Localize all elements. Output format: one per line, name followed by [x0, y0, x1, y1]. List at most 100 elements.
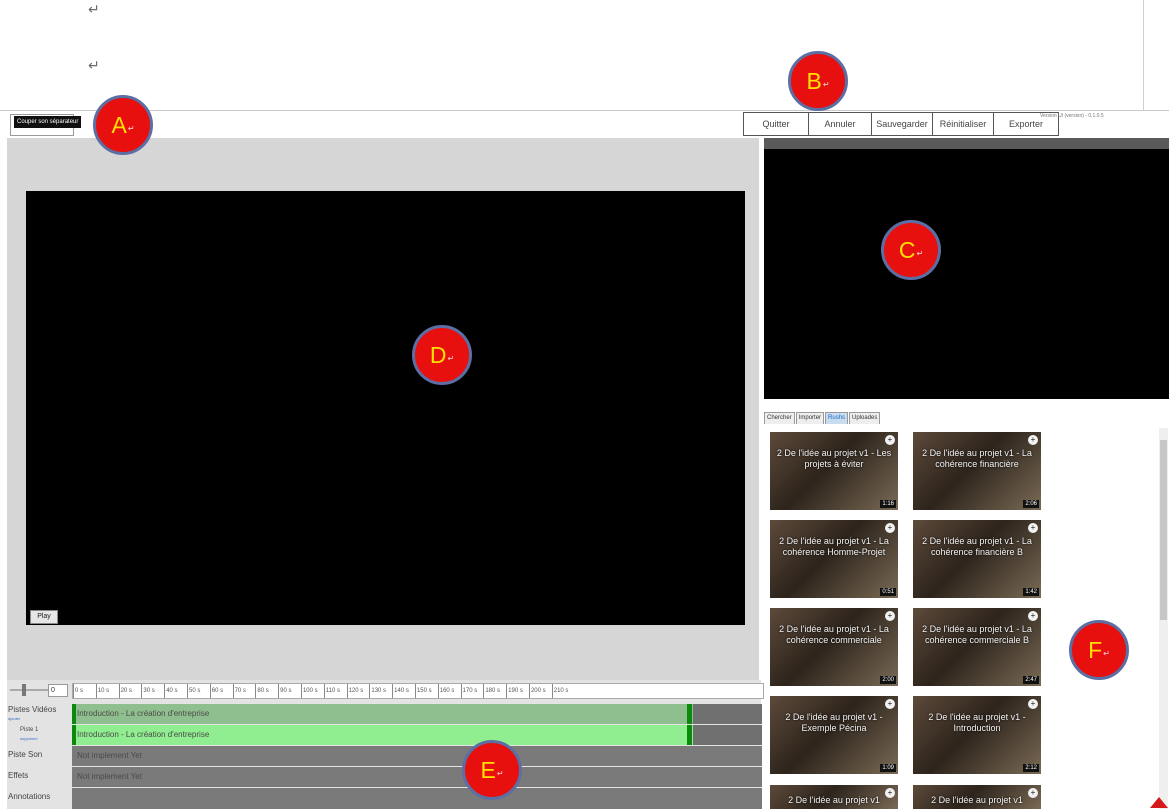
save-button[interactable]: Sauvegarder [872, 112, 933, 136]
effects-track-row[interactable]: Not implement Yet [72, 767, 762, 787]
media-scrollbar-thumb[interactable] [1160, 440, 1167, 620]
marker-letter: C [898, 236, 916, 263]
track-label-piste1: Piste 1 [20, 727, 39, 733]
ruler-tick: 160 s [437, 684, 461, 698]
app-top-border [0, 110, 1169, 111]
add-icon[interactable]: + [885, 523, 895, 533]
marker-letter: B [806, 67, 822, 94]
ruler-tick: 170 s [460, 684, 484, 698]
paragraph-mark: ↵ [88, 58, 100, 74]
media-thumbnail[interactable]: 2 De l'idée au projet v1 + [770, 785, 898, 809]
ruler-tick: 80 s [255, 684, 278, 698]
ruler-tick: 130 s [369, 684, 392, 698]
clip-handle-right[interactable] [687, 725, 692, 745]
add-icon[interactable]: + [885, 435, 895, 445]
split-tooltip: Couper son séparateur [14, 116, 82, 128]
marker-return-mark: ↵ [496, 768, 504, 778]
zoom-slider-track[interactable] [10, 689, 48, 691]
track-placeholder: Not implement Yet [77, 772, 142, 781]
reset-button[interactable]: Réinitialiser [933, 112, 994, 136]
marker-return-mark: ↵ [1103, 648, 1110, 658]
version-label: Version UI (version) - 0.1.0.5 [1040, 113, 1104, 119]
media-thumbnail[interactable]: 2 De l'idée au projet v1 - Introduction … [913, 696, 1041, 774]
clip-handle-left[interactable] [72, 704, 76, 724]
thumbnail-duration: 1:09 [880, 764, 896, 772]
marker-c: C ↵ [881, 220, 941, 280]
marker-d: D ↵ [412, 325, 472, 385]
media-thumbnail[interactable]: 2 De l'idée au projet v1 - Les projets à… [770, 432, 898, 510]
media-thumbnail[interactable]: 2 De l'idée au projet v1 - La cohérence … [913, 608, 1041, 686]
marker-return-mark: ↵ [822, 79, 830, 89]
arrow-icon [1150, 797, 1168, 808]
marker-return-mark: ↵ [127, 123, 135, 133]
delete-track-link[interactable]: supprimer [20, 736, 38, 741]
ruler-tick: 60 s [209, 684, 233, 698]
ruler-tick: 40 s [164, 684, 187, 698]
main-video-player[interactable] [26, 191, 745, 625]
thumbnail-title: 2 De l'idée au projet v1 - La cohérence … [779, 624, 889, 645]
media-thumbnail[interactable]: 2 De l'idée au projet v1 - La cohérence … [913, 520, 1041, 598]
ruler-tick: 200 s [528, 684, 552, 698]
add-icon[interactable]: + [885, 611, 895, 621]
marker-e: E ↵ [462, 740, 522, 800]
ruler-tick: 20 s [118, 684, 142, 698]
annotations-track-row[interactable] [72, 788, 762, 809]
thumbnail-duration: 0:51 [880, 588, 896, 596]
thumbnail-title: 2 De l'idée au projet v1 - Exemple Pécin… [785, 712, 883, 733]
track-label-effects: Effets [8, 771, 29, 780]
thumbnail-duration: 2:00 [880, 676, 896, 684]
ruler-tick: 110 s [323, 684, 347, 698]
ruler-tick: 30 s [141, 684, 164, 698]
track-label-sound: Piste Son [8, 750, 43, 759]
timeline-clip[interactable]: Introduction - La création d'entreprise [72, 725, 693, 745]
media-thumbnail[interactable]: 2 De l'idée au projet v1 - La cohérence … [913, 432, 1041, 510]
add-icon[interactable]: + [885, 788, 895, 798]
ruler-tick: 120 s [346, 684, 370, 698]
add-icon[interactable]: + [1028, 435, 1038, 445]
track-placeholder: Not implement Yet [77, 751, 142, 760]
add-icon[interactable]: + [885, 699, 895, 709]
main-toolbar: Quitter Annuler Sauvegarder Réinitialise… [743, 112, 1059, 136]
marker-letter: D [429, 341, 447, 368]
ruler-tick: 190 s [506, 684, 529, 698]
ruler-tick: 100 s [300, 684, 324, 698]
clip-handle-right[interactable] [687, 704, 692, 724]
media-thumbnail[interactable]: 2 De l'idée au projet v1 - La cohérence … [770, 520, 898, 598]
media-thumbnail[interactable]: 2 De l'idée au projet v1 + [913, 785, 1041, 809]
ruler-tick: 180 s [483, 684, 506, 698]
thumbnail-title: 2 De l'idée au projet v1 [788, 795, 880, 805]
zoom-input[interactable]: 0 [48, 684, 68, 697]
thumbnail-duration: 2:12 [1023, 764, 1039, 772]
media-thumbnail[interactable]: 2 De l'idée au projet v1 - La cohérence … [770, 608, 898, 686]
add-track-link[interactable]: ajouter [8, 716, 20, 721]
ruler-tick: 50 s [186, 684, 210, 698]
clip-label: Introduction - La création d'entreprise [77, 709, 210, 718]
media-tabs: Chercher Importer Rushs Uploades [764, 412, 881, 425]
media-thumbnail[interactable]: 2 De l'idée au projet v1 - Exemple Pécin… [770, 696, 898, 774]
track-label-annotations: Annotations [8, 792, 51, 801]
clip-handle-left[interactable] [72, 725, 76, 745]
add-icon[interactable]: + [1028, 788, 1038, 798]
marker-letter: A [111, 111, 127, 138]
thumbnail-title: 2 De l'idée au projet v1 - Les projets à… [776, 448, 892, 469]
thumbnail-title: 2 De l'idée au projet v1 [931, 795, 1023, 805]
marker-return-mark: ↵ [916, 248, 924, 258]
add-icon[interactable]: + [1028, 523, 1038, 533]
thumbnail-duration: 1:16 [880, 500, 896, 508]
add-icon[interactable]: + [1028, 611, 1038, 621]
thumbnail-title: 2 De l'idée au projet v1 - La cohérence … [922, 624, 1032, 645]
sound-track-row[interactable]: Not implement Yet [72, 746, 762, 766]
timeline-ruler[interactable]: 0 s 10 s 20 s 30 s 40 s 50 s 60 s 70 s 8… [72, 683, 764, 699]
timeline-clip[interactable]: Introduction - La création d'entreprise [72, 704, 693, 724]
zoom-slider-handle[interactable] [22, 684, 26, 696]
cancel-button[interactable]: Annuler [809, 112, 872, 136]
ruler-tick: 0 s [73, 684, 96, 698]
add-icon[interactable]: + [1028, 699, 1038, 709]
play-button[interactable]: Play [30, 610, 58, 624]
clip-label: Introduction - La création d'entreprise [77, 730, 210, 739]
quit-button[interactable]: Quitter [743, 112, 809, 136]
paragraph-mark: ↵ [88, 2, 100, 18]
thumbnail-title: 2 De l'idée au projet v1 - La cohérence … [922, 448, 1032, 469]
ruler-tick: 90 s [278, 684, 301, 698]
preview-video[interactable] [764, 149, 1169, 399]
